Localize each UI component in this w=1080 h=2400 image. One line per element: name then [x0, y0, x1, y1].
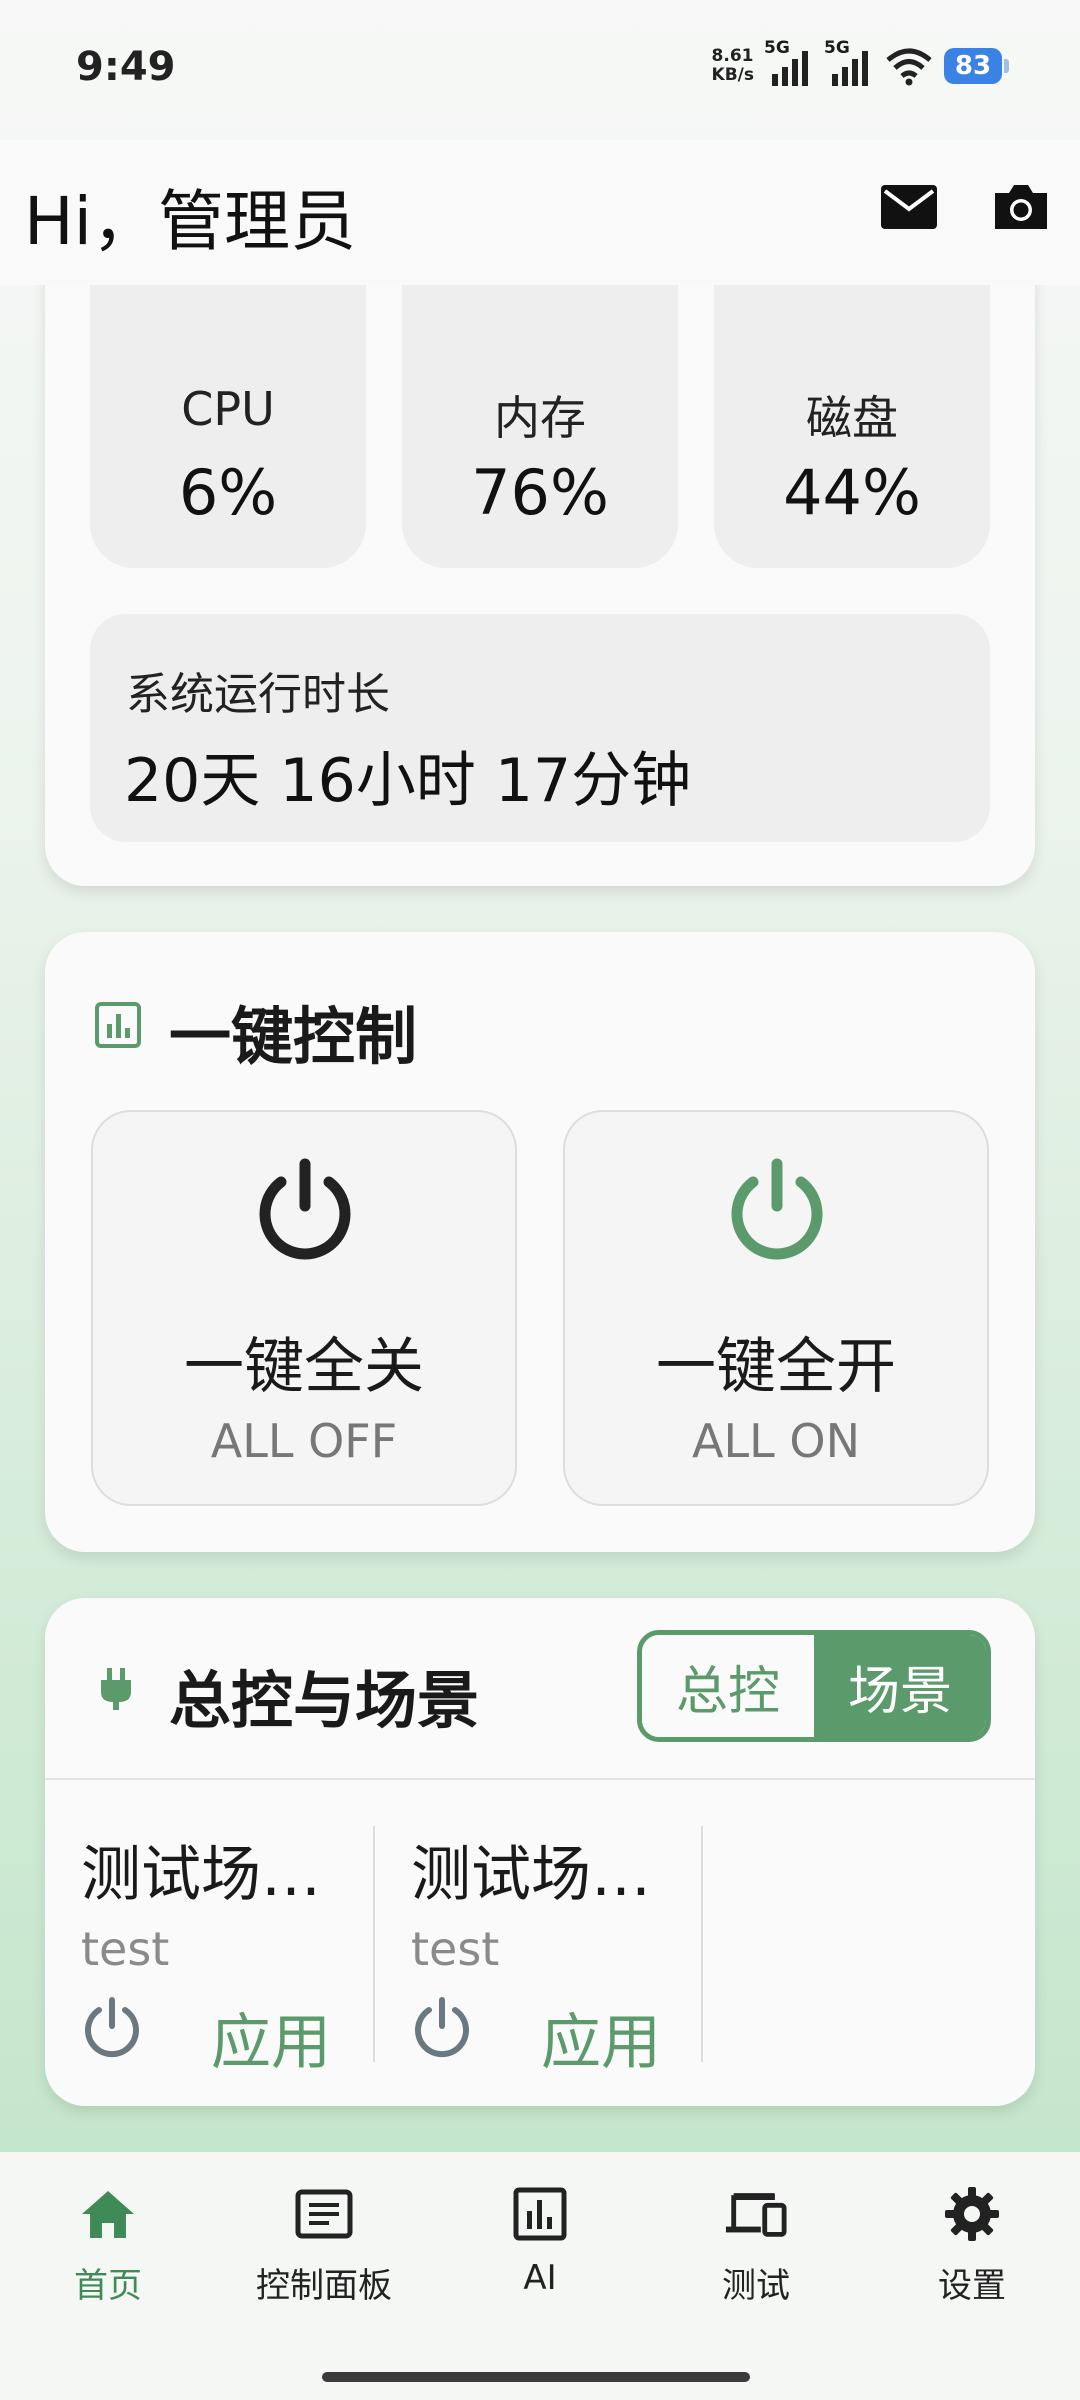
- power-off-icon: [259, 1158, 351, 1260]
- signal-icon-sim1: 5G: [764, 38, 814, 88]
- wifi-icon: [886, 48, 932, 86]
- app-header: Hi，管理员: [0, 140, 1080, 285]
- disk-label: 磁盘: [806, 391, 898, 445]
- panel-icon: [292, 2182, 356, 2246]
- home-indicator[interactable]: [322, 2372, 750, 2382]
- network-speed-unit: KB/s: [711, 65, 754, 85]
- nav-control-panel[interactable]: 控制面板: [244, 2182, 404, 2312]
- divider: [45, 1778, 1035, 1780]
- nav-home[interactable]: 首页: [28, 2182, 188, 2312]
- network-speed: 8.61 KB/s: [712, 47, 754, 85]
- chart-icon: [508, 2182, 572, 2246]
- one-key-control-title: 一键控制: [169, 1000, 418, 1073]
- battery-indicator: 83: [944, 48, 1009, 84]
- plug-icon: [101, 1668, 131, 1710]
- all-off-button[interactable]: 一键全关 ALL OFF: [91, 1110, 517, 1506]
- status-bar: 9:49 8.61 KB/s 5G 5G 83: [0, 0, 1080, 140]
- uptime-label: 系统运行时长: [126, 669, 390, 720]
- uptime-value: 20天 16小时 17分钟: [124, 746, 692, 816]
- status-time: 9:49: [76, 44, 176, 90]
- battery-level: 83: [954, 51, 992, 81]
- all-off-title: 一键全关: [184, 1332, 424, 1402]
- scene-description: test: [81, 1922, 170, 1976]
- bottom-navigation: 首页 控制面板 AI 测试 设置: [0, 2152, 1080, 2400]
- nav-home-label: 首页: [74, 2266, 142, 2306]
- status-icons: 8.61 KB/s 5G 5G 83: [712, 38, 1009, 88]
- signal-icon-sim2: 5G: [824, 38, 874, 88]
- scene-separator: [373, 1826, 375, 2062]
- nav-ai-label: AI: [523, 2258, 557, 2298]
- cpu-label: CPU: [181, 382, 275, 436]
- apply-button[interactable]: 应用: [211, 1994, 331, 2081]
- all-off-subtitle: ALL OFF: [210, 1414, 398, 1468]
- uptime-panel: 系统运行时长 20天 16小时 17分钟: [90, 614, 990, 842]
- home-icon: [76, 2182, 140, 2246]
- disk-value: 44%: [783, 456, 921, 529]
- gear-icon: [940, 2182, 1004, 2246]
- master-scene-title: 总控与场景: [169, 1664, 480, 1737]
- cpu-value: 6%: [178, 456, 278, 529]
- nav-settings-label: 设置: [938, 2266, 1006, 2306]
- nav-test[interactable]: 测试: [676, 2182, 836, 2312]
- one-key-control-card: 一键控制 一键全关 ALL OFF 一键全开 ALL ON: [45, 932, 1035, 1552]
- scene-item[interactable]: 测试场… test 应用: [81, 1826, 411, 2078]
- toggle-scene[interactable]: 场景: [814, 1635, 986, 1737]
- all-on-subtitle: ALL ON: [692, 1414, 860, 1468]
- power-icon[interactable]: [411, 1996, 473, 2058]
- scene-name: 测试场…: [411, 1840, 651, 1910]
- memory-value: 76%: [471, 456, 609, 529]
- toggle-master[interactable]: 总控: [642, 1635, 814, 1737]
- scene-name: 测试场…: [81, 1840, 321, 1910]
- scene-description: test: [411, 1922, 500, 1976]
- camera-icon[interactable]: [988, 174, 1054, 240]
- all-on-title: 一键全开: [656, 1332, 896, 1402]
- greeting-title: Hi，管理员: [24, 183, 356, 260]
- master-scene-card: 总控与场景 总控 场景 测试场… test 应用 测试场… test 应用: [45, 1598, 1035, 2106]
- nav-control-panel-label: 控制面板: [256, 2266, 392, 2306]
- nav-settings[interactable]: 设置: [892, 2182, 1052, 2312]
- scene-item[interactable]: 测试场… test 应用: [411, 1826, 741, 2078]
- master-scene-toggle[interactable]: 总控 场景: [637, 1630, 991, 1742]
- mail-icon[interactable]: [876, 174, 942, 240]
- bar-chart-icon: [95, 1002, 141, 1048]
- memory-label: 内存: [494, 391, 586, 445]
- apply-button[interactable]: 应用: [541, 1994, 661, 2081]
- power-on-icon: [731, 1158, 823, 1260]
- system-status-card: CPU 6% 内存 76% 磁盘 44% 系统运行时长 20天 16小时 17分…: [45, 200, 1035, 886]
- devices-icon: [724, 2182, 788, 2246]
- scene-separator: [701, 1826, 703, 2062]
- nav-test-label: 测试: [722, 2266, 790, 2306]
- network-speed-value: 8.61: [711, 46, 754, 66]
- all-on-button[interactable]: 一键全开 ALL ON: [563, 1110, 989, 1506]
- nav-ai[interactable]: AI: [460, 2182, 620, 2312]
- power-icon[interactable]: [81, 1996, 143, 2058]
